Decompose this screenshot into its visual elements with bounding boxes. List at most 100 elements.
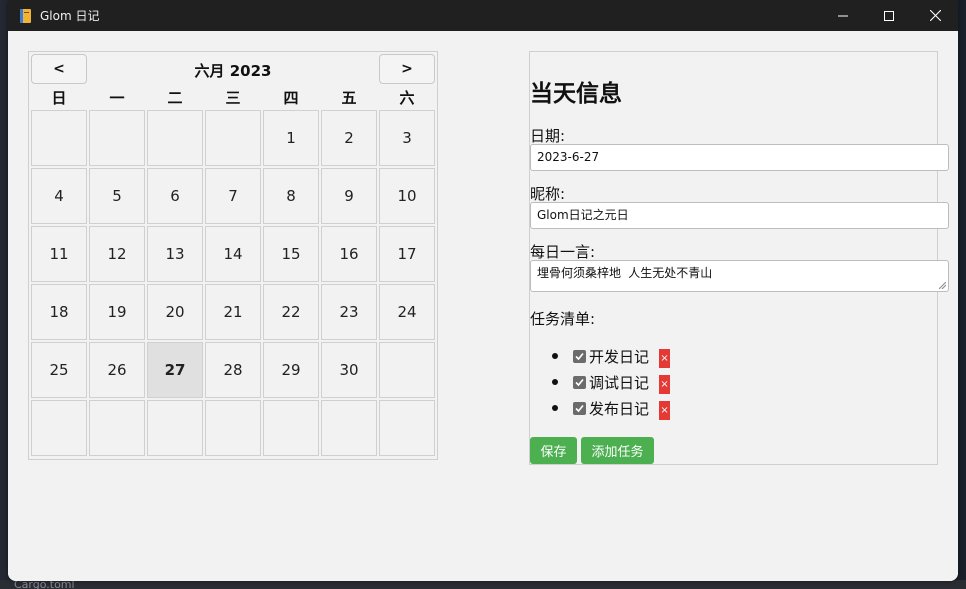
- day-cell[interactable]: [31, 110, 87, 166]
- day-cell[interactable]: 18: [31, 284, 87, 340]
- calendar-header: < 六月 2023 >: [29, 52, 437, 86]
- main-content: < 六月 2023 > 日一二三四五六 1 2 3 4 5 6 7 8 9 10 11 12 13 14 1…: [8, 31, 958, 581]
- maximize-icon: [884, 10, 894, 21]
- task-checkbox[interactable]: [573, 349, 586, 363]
- day-cell[interactable]: 25: [31, 342, 87, 398]
- day-cell[interactable]: 2: [321, 110, 377, 166]
- day-cell[interactable]: 10: [379, 168, 435, 224]
- delete-task-button[interactable]: ×: [659, 374, 671, 394]
- window-title: Glom 日记: [40, 9, 100, 23]
- weekday-header: 四: [283, 89, 299, 107]
- day-cell[interactable]: [205, 400, 261, 456]
- save-button[interactable]: 保存: [530, 437, 577, 464]
- resize-grip-icon[interactable]: [939, 282, 946, 289]
- day-cell-selected[interactable]: 27: [147, 342, 203, 398]
- day-cell[interactable]: 1: [263, 110, 319, 166]
- weekday-header: 三: [225, 89, 241, 107]
- bullet-icon: [552, 379, 558, 385]
- desktop-taskbar-strip: [0, 580, 966, 589]
- next-month-button[interactable]: >: [379, 54, 435, 84]
- day-cell[interactable]: 24: [379, 284, 435, 340]
- day-cell[interactable]: [147, 400, 203, 456]
- day-cell[interactable]: 6: [147, 168, 203, 224]
- date-label: 日期:: [530, 127, 566, 145]
- day-cell[interactable]: [89, 110, 145, 166]
- title-bar[interactable]: Glom 日记: [8, 0, 958, 31]
- add-task-button[interactable]: 添加任务: [581, 437, 654, 464]
- day-cell[interactable]: [147, 110, 203, 166]
- day-cell[interactable]: 19: [89, 284, 145, 340]
- day-cell[interactable]: 26: [89, 342, 145, 398]
- checkmark-icon: [575, 352, 584, 360]
- day-cell[interactable]: 30: [321, 342, 377, 398]
- minimize-button[interactable]: [820, 0, 866, 31]
- day-cell[interactable]: [31, 400, 87, 456]
- minimize-icon: [838, 15, 848, 16]
- day-cell[interactable]: 29: [263, 342, 319, 398]
- weekday-header: 一: [109, 89, 125, 107]
- day-cell[interactable]: 13: [147, 226, 203, 282]
- prev-month-button[interactable]: <: [31, 54, 87, 84]
- weekday-header: 五: [341, 89, 357, 107]
- day-cell[interactable]: 11: [31, 226, 87, 282]
- day-cell[interactable]: 16: [321, 226, 377, 282]
- day-info-panel: 当天信息 日期: 2023-6-27 昵称: Glom日记之元日 每日一言: 埋…: [529, 51, 949, 465]
- task-list: 开发日记 × 调试日记 × 发布日记 ×: [552, 343, 671, 421]
- weekday-header: 二: [167, 89, 183, 107]
- task-item: 发布日记 ×: [552, 395, 671, 421]
- day-cell[interactable]: 17: [379, 226, 435, 282]
- day-cell[interactable]: 23: [321, 284, 377, 340]
- day-cell[interactable]: [205, 110, 261, 166]
- day-cell[interactable]: 21: [205, 284, 261, 340]
- day-cell[interactable]: [263, 400, 319, 456]
- task-text: 调试日记: [589, 373, 650, 392]
- checkmark-icon: [575, 404, 584, 412]
- weekday-header: 日: [51, 89, 67, 107]
- day-cell[interactable]: 4: [31, 168, 87, 224]
- weekday-header: 六: [399, 89, 415, 107]
- quote-textarea[interactable]: 埋骨何须桑梓地 人生无处不青山: [530, 260, 949, 292]
- day-cell[interactable]: 8: [263, 168, 319, 224]
- close-icon: [929, 10, 941, 21]
- day-cell[interactable]: 14: [205, 226, 261, 282]
- checkmark-icon: [575, 378, 584, 386]
- maximize-button[interactable]: [866, 0, 912, 31]
- delete-task-button[interactable]: ×: [659, 400, 671, 420]
- window-controls: [820, 0, 958, 31]
- delete-task-button[interactable]: ×: [659, 348, 671, 368]
- tasks-label: 任务清单:: [530, 310, 596, 328]
- day-cell[interactable]: [321, 400, 377, 456]
- day-cell[interactable]: 28: [205, 342, 261, 398]
- date-field[interactable]: 2023-6-27: [530, 144, 949, 171]
- day-cell[interactable]: 5: [89, 168, 145, 224]
- close-button[interactable]: [912, 0, 958, 31]
- notebook-icon: [18, 8, 32, 23]
- task-checkbox[interactable]: [573, 375, 586, 389]
- day-cell[interactable]: 9: [321, 168, 377, 224]
- bullet-icon: [552, 405, 558, 411]
- quote-label: 每日一言:: [530, 243, 596, 261]
- app-window: Glom 日记 < 六月 2023 > 日一二三四五六 1 2 3 4 5 6 7 8 9 10 1…: [8, 0, 958, 581]
- bullet-icon: [552, 353, 558, 359]
- task-text: 开发日记: [589, 347, 650, 366]
- task-text: 发布日记: [589, 399, 650, 418]
- task-item: 调试日记 ×: [552, 369, 671, 395]
- day-cell[interactable]: 12: [89, 226, 145, 282]
- task-checkbox[interactable]: [573, 401, 586, 415]
- day-cell[interactable]: [379, 342, 435, 398]
- panel-title: 当天信息: [530, 81, 622, 107]
- day-cell[interactable]: 7: [205, 168, 261, 224]
- nickname-label: 昵称:: [530, 185, 566, 203]
- calendar: < 六月 2023 > 日一二三四五六 1 2 3 4 5 6 7 8 9 10 11 12 13 14 1…: [28, 51, 438, 460]
- quote-text: 埋骨何须桑梓地 人生无处不青山: [537, 266, 713, 280]
- day-cell[interactable]: 22: [263, 284, 319, 340]
- day-cell[interactable]: [379, 400, 435, 456]
- day-cell[interactable]: 3: [379, 110, 435, 166]
- day-cell[interactable]: 20: [147, 284, 203, 340]
- weekday-row: 日一二三四五六: [31, 88, 435, 108]
- task-item: 开发日记 ×: [552, 343, 671, 369]
- day-cell[interactable]: [89, 400, 145, 456]
- nickname-field[interactable]: Glom日记之元日: [530, 202, 949, 229]
- day-grid: 1 2 3 4 5 6 7 8 9 10 11 12 13 14 15 16 17 18 19 20 21 22 23 24 2…: [31, 110, 435, 456]
- day-cell[interactable]: 15: [263, 226, 319, 282]
